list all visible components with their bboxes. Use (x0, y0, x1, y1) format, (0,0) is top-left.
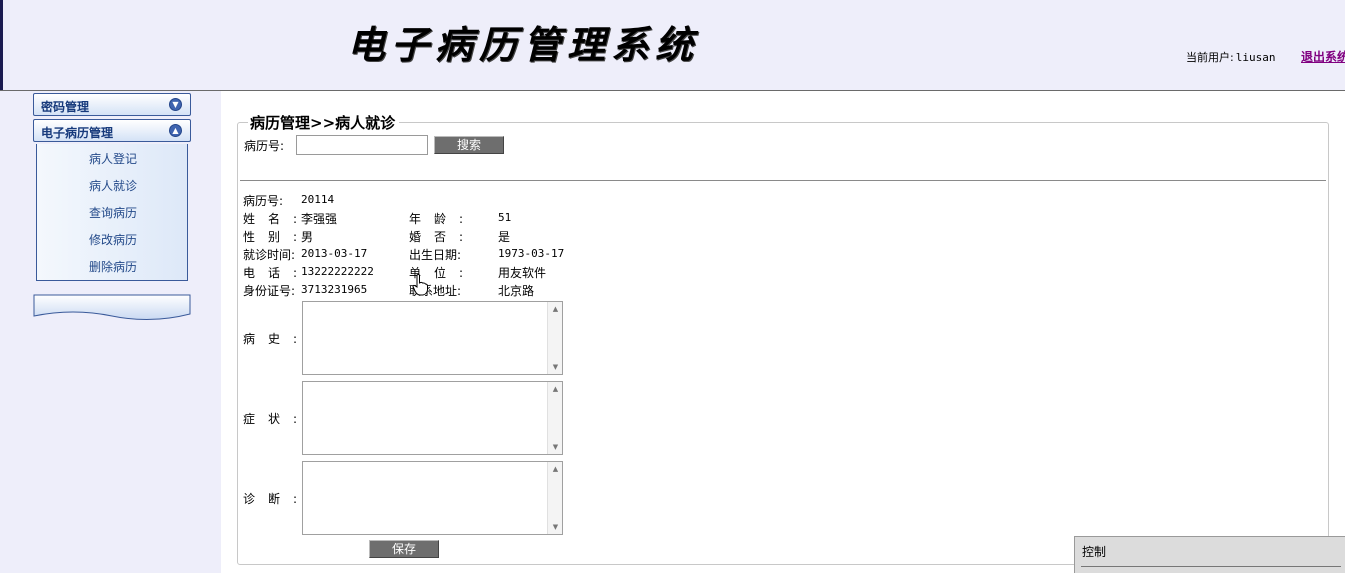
symptoms-textarea[interactable] (303, 382, 547, 454)
sidebar-item-patient-visit[interactable]: 病人就诊 (37, 177, 189, 194)
diagnosis-scrollbar[interactable]: ▲ ▼ (547, 462, 562, 534)
record-no-label: 病历号: (243, 194, 284, 208)
id-no-label: 身份证号: (243, 284, 296, 298)
search-label: 病历号: (244, 139, 285, 153)
header: 电子病历管理系统 当前用户: liusan 退出系统 (0, 0, 1345, 91)
control-window[interactable]: 控制 (1074, 536, 1345, 573)
chevron-up-icon: ▲ (169, 124, 182, 137)
menu-section-emr[interactable]: 电子病历管理 ▲ (33, 119, 191, 142)
employer-value: 用友软件 (498, 266, 547, 280)
birth-date-label: 出生日期: (409, 248, 462, 262)
scroll-up-icon[interactable]: ▲ (548, 305, 563, 313)
current-user: 当前用户: liusan (1186, 49, 1275, 65)
sidebar-footer-decoration (33, 294, 191, 321)
sidebar-item-register-patient[interactable]: 病人登记 (37, 150, 189, 167)
logout-link[interactable]: 退出系统 (1301, 48, 1345, 65)
scroll-down-icon[interactable]: ▼ (548, 443, 563, 451)
history-textarea[interactable] (303, 302, 547, 374)
chevron-down-icon: ▼ (169, 98, 182, 111)
hand-cursor-icon (412, 274, 428, 296)
app-title: 电子病历管理系统 (347, 22, 700, 67)
scroll-down-icon[interactable]: ▼ (548, 523, 563, 531)
search-button[interactable]: 搜索 (434, 136, 504, 154)
name-label: 姓名: (243, 212, 297, 226)
birth-date-value: 1973-03-17 (498, 247, 565, 260)
history-label: 病史: (243, 332, 297, 346)
record-no-value: 20114 (301, 193, 335, 206)
diagnosis-textarea-box: ▲ ▼ (302, 461, 563, 535)
emr-submenu: 病人登记 病人就诊 查询病历 修改病历 删除病历 (36, 144, 188, 281)
scroll-up-icon[interactable]: ▲ (548, 385, 563, 393)
diagnosis-textarea[interactable] (303, 462, 547, 534)
phone-value: 13222222222 (301, 265, 374, 278)
history-textarea-box: ▲ ▼ (302, 301, 563, 375)
sidebar-item-query-record[interactable]: 查询病历 (37, 204, 189, 221)
menu-section-emr-label: 电子病历管理 (41, 126, 114, 140)
breadcrumb: 病历管理>>病人就诊 (248, 112, 400, 133)
menu-section-password-label: 密码管理 (41, 100, 90, 114)
scroll-up-icon[interactable]: ▲ (548, 465, 563, 473)
sidebar-item-delete-record[interactable]: 删除病历 (37, 258, 189, 275)
sidebar-item-edit-record[interactable]: 修改病历 (37, 231, 189, 248)
name-value: 李强强 (301, 212, 338, 226)
gender-label: 性别: (243, 230, 297, 244)
visit-date-value: 2013-03-17 (301, 247, 368, 260)
married-value: 是 (498, 230, 511, 244)
scroll-down-icon[interactable]: ▼ (548, 363, 563, 371)
symptoms-textarea-box: ▲ ▼ (302, 381, 563, 455)
married-label: 婚否: (409, 230, 463, 244)
current-user-name: liusan (1235, 51, 1276, 64)
phone-label: 电话: (243, 266, 297, 280)
age-value: 51 (498, 211, 512, 224)
gender-value: 男 (301, 230, 314, 244)
history-scrollbar[interactable]: ▲ ▼ (547, 302, 562, 374)
symptoms-scrollbar[interactable]: ▲ ▼ (547, 382, 562, 454)
record-number-search-input[interactable] (296, 135, 428, 155)
menu-section-password[interactable]: 密码管理 ▼ (33, 93, 191, 116)
diagnosis-label: 诊断: (243, 492, 297, 506)
age-label: 年龄: (409, 212, 463, 226)
section-divider (240, 180, 1326, 181)
control-window-toolbar (1081, 566, 1341, 573)
id-no-value: 3713231965 (301, 283, 368, 296)
address-value: 北京路 (498, 284, 535, 298)
visit-date-label: 就诊时间: (243, 248, 296, 262)
symptoms-label: 症状: (243, 412, 297, 426)
sidebar: 密码管理 ▼ 电子病历管理 ▲ 病人登记 病人就诊 查询病历 修改病历 删除病历 (0, 91, 221, 573)
control-window-title: 控制 (1082, 545, 1107, 559)
save-button[interactable]: 保存 (369, 540, 439, 558)
current-user-label: 当前用户: (1186, 51, 1234, 64)
